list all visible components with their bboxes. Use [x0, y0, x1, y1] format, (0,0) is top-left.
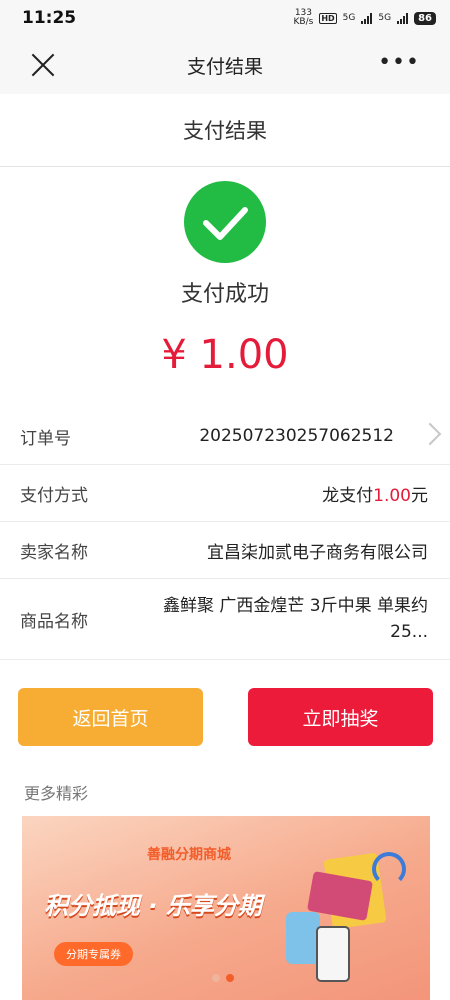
status-bar: 11:25 133 KB/s HD 5G 5G 86 [0, 0, 450, 36]
banner-slogan: 积分抵现 · 乐享分期 [44, 892, 262, 920]
seller-label: 卖家名称 [20, 542, 88, 563]
product-name: 鑫鲜聚 广西金煌芒 3斤中果 单果约25... [162, 596, 428, 642]
promo-banner[interactable]: 善融分期商城 积分抵现 · 乐享分期 分期专属券 [22, 816, 430, 1000]
more-icon[interactable]: ••• [378, 52, 420, 74]
status-time: 11:25 [22, 8, 77, 28]
network-speed: 133 KB/s [293, 8, 314, 27]
phone-icon [316, 926, 350, 982]
draw-lottery-button[interactable]: 立即抽奖 [248, 688, 433, 746]
signal-icon-2 [397, 12, 409, 24]
carousel-dot-active[interactable] [226, 974, 234, 982]
chevron-right-icon [418, 422, 442, 446]
order-label: 订单号 [20, 428, 71, 449]
home-button[interactable]: 返回首页 [18, 688, 203, 746]
detail-list: 订单号 20250723025706251​2 支付方式 龙支付1.00元 卖家… [0, 408, 450, 660]
payment-method-value: 龙支付1.00元 [322, 481, 428, 506]
seller-name: 宜昌柒加贰电子商务有限公司 [207, 542, 428, 563]
signal-icon [361, 12, 373, 24]
payment-method-amount: 1.00 [373, 485, 411, 506]
payment-amount: ¥ 1.00 [161, 332, 289, 378]
product-row: 商品名称 鑫鲜聚 广西金煌芒 3斤中果 单果约25... [0, 579, 450, 660]
payment-method-label: 支付方式 [20, 485, 88, 506]
status-icons: 133 KB/s HD 5G 5G 86 [294, 9, 436, 27]
product-label: 商品名称 [20, 611, 88, 632]
hd-badge: HD [319, 12, 337, 24]
nav-title: 支付结果 [186, 55, 263, 78]
banner-mall-title: 善融分期商城 [147, 847, 231, 863]
order-number: 20250723025706251​2 [199, 426, 394, 446]
payment-method-row: 支付方式 龙支付1.00元 [0, 465, 450, 522]
page-title: 支付结果 [183, 119, 267, 143]
signal-5g-label: 5G [342, 13, 356, 23]
success-text: 支付成功 [180, 282, 269, 307]
more-section-title: 更多精彩 [24, 784, 89, 803]
headphones-icon [372, 852, 406, 886]
battery-icon: 86 [414, 11, 436, 25]
signal-5g-label-2: 5G [378, 13, 392, 23]
carousel-dots [212, 974, 234, 982]
carousel-dot[interactable] [212, 974, 220, 982]
page-header: 支付结果 [0, 94, 450, 167]
payment-method-name: 龙支付 [322, 485, 374, 506]
order-row[interactable]: 订单号 20250723025706251​2 [0, 408, 450, 465]
banner-coupon: 分期专属券 [54, 942, 133, 966]
seller-row: 卖家名称 宜昌柒加贰电子商务有限公司 [0, 522, 450, 579]
top-nav: 支付结果 ••• [0, 36, 450, 94]
payment-method-unit: 元 [411, 485, 428, 506]
close-icon[interactable] [30, 52, 56, 78]
check-icon [184, 181, 266, 263]
suitcase-icon [286, 912, 320, 964]
